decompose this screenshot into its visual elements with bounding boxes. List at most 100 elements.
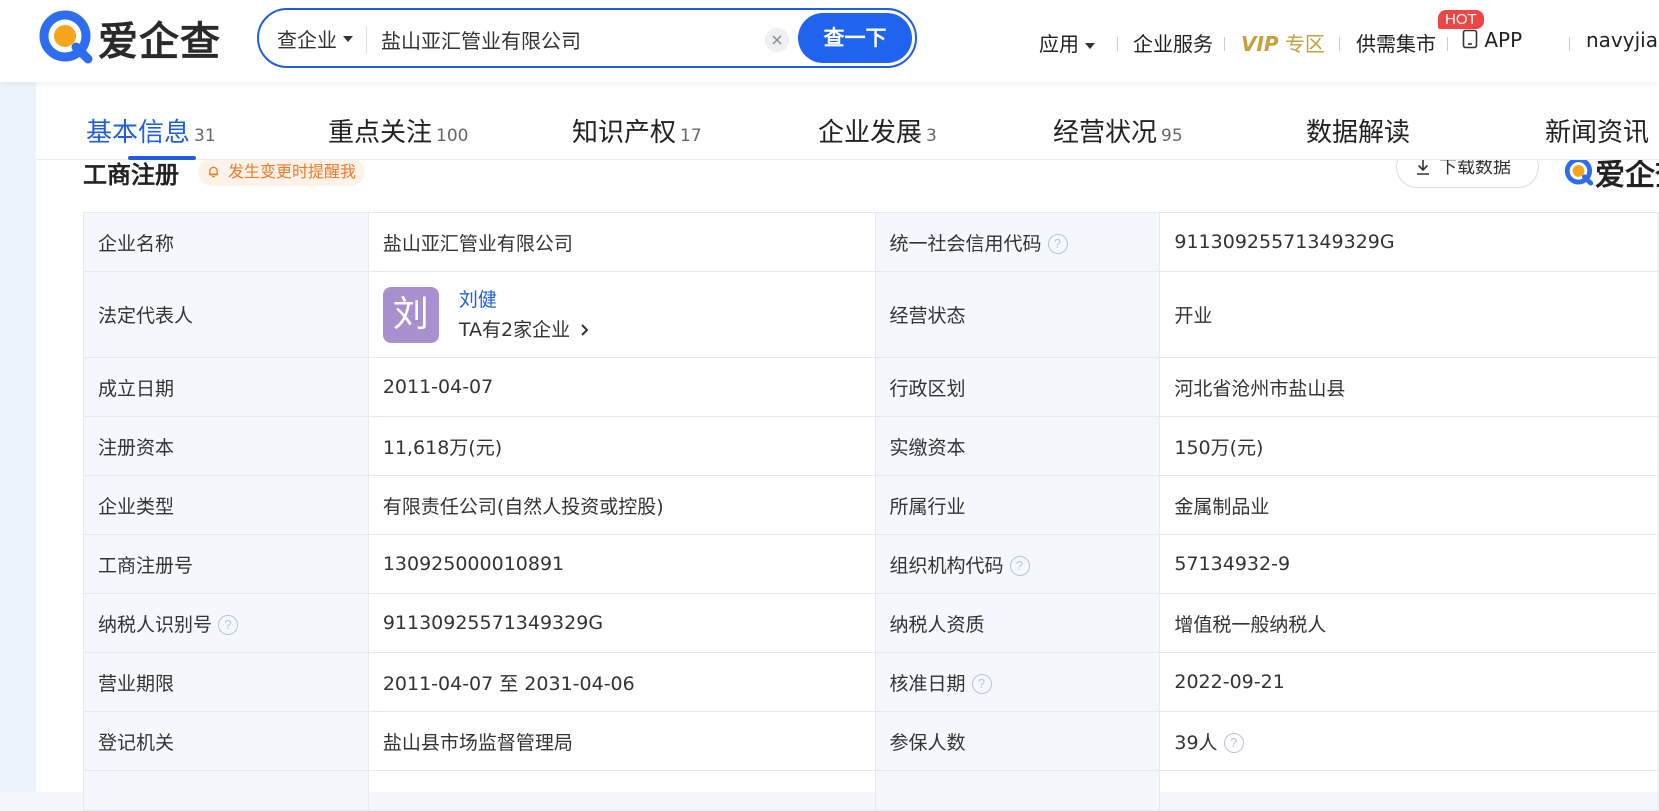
change-reminder-label: 发生变更时提醒我 (228, 162, 357, 181)
table-row (83, 770, 1659, 811)
tab-count: 17 (680, 126, 702, 146)
table-row: 营业期限 2011-04-07 至 2031-04-06 核准日期? 2022-… (83, 652, 1659, 712)
insured-value: 39人? (1159, 711, 1659, 771)
table-row: 工商注册号 130925000010891 组织机构代码? 57134932-9 (83, 534, 1659, 594)
company-type-value: 有限责任公司(自然人投资或控股) (367, 475, 876, 535)
chevron-down-icon (1085, 42, 1095, 49)
divider (1339, 37, 1340, 51)
empty-cell (874, 770, 1161, 811)
vip-badge: VIP (1241, 32, 1279, 56)
help-icon[interactable]: ? (218, 615, 239, 635)
search-button[interactable]: 查一下 (798, 13, 912, 63)
table-row: 企业类型 有限责任公司(自然人投资或控股) 所属行业 金属制品业 (83, 475, 1659, 535)
org-code-value: 57134932-9 (1159, 534, 1659, 594)
tab-label: 重点关注 (328, 118, 433, 148)
chevron-right-icon (581, 323, 589, 336)
change-reminder-button[interactable]: 发生变更时提醒我 (198, 158, 366, 186)
taxpayer-id-value: 91130925571349329G (367, 593, 876, 653)
avatar: 刘 (382, 286, 439, 343)
table-row: 法定代表人 刘 刘健 TA有2家企业 经营状态 开业 (83, 271, 1659, 358)
label-text: 核准日期 (889, 672, 966, 695)
bell-icon (208, 166, 219, 178)
label-text: 组织机构代码 (889, 554, 1004, 577)
empty-cell (83, 770, 369, 811)
approve-date-label: 核准日期? (874, 652, 1161, 712)
founded-label: 成立日期 (83, 357, 369, 417)
divider (1569, 37, 1570, 51)
search-type-label: 查企业 (277, 28, 337, 52)
tab-key-focus[interactable]: 重点关注 100 (328, 112, 468, 149)
nav-market[interactable]: 供需集市 (1356, 28, 1436, 57)
authority-value: 盐山县市场监督管理局 (367, 711, 876, 771)
help-icon[interactable]: ? (1047, 234, 1068, 254)
status-label: 经营状态 (874, 271, 1161, 358)
logo-text: 爱企查 (98, 19, 221, 65)
authority-label: 登记机关 (83, 711, 369, 771)
credit-code-label: 统一社会信用代码? (874, 212, 1161, 272)
divider (1224, 37, 1225, 51)
industry-value: 金属制品业 (1159, 475, 1659, 535)
tab-label: 知识产权 (572, 118, 677, 148)
table-row: 登记机关 盐山县市场监督管理局 参保人数 39人? (83, 711, 1659, 771)
search-box: 查企业 × 查一下 (257, 8, 917, 68)
logo-icon (1564, 157, 1594, 186)
tab-label: 数据解读 (1306, 118, 1411, 148)
founded-value: 2011-04-07 (367, 357, 876, 417)
region-value: 河北省沧州市盐山县 (1159, 357, 1659, 417)
nav-app-label: APP (1484, 28, 1523, 52)
top-header: 爱企查 查企业 × 查一下 应用 企业服务 VIP 专区 供需集市 HOT AP… (0, 0, 1659, 82)
empty-cell (367, 770, 876, 811)
label-text: 统一社会信用代码 (889, 232, 1042, 255)
legal-rep-name-link[interactable]: 刘健 (459, 285, 590, 315)
divider (366, 27, 367, 53)
section-title: 工商注册 (83, 161, 179, 189)
table-row: 成立日期 2011-04-07 行政区划 河北省沧州市盐山县 (83, 357, 1659, 417)
nav-vip-zone[interactable]: VIP 专区 (1241, 28, 1325, 57)
label-text: 纳税人识别号 (98, 613, 213, 636)
clear-icon[interactable]: × (765, 28, 789, 52)
taxpayer-type-label: 纳税人资质 (874, 593, 1161, 653)
tab-operations[interactable]: 经营状况 95 (1053, 112, 1183, 149)
nav-app[interactable]: APP (1462, 28, 1522, 52)
tab-news[interactable]: 新闻资讯 (1545, 112, 1649, 149)
help-icon[interactable]: ? (1223, 733, 1244, 753)
industry-label: 所属行业 (874, 475, 1161, 535)
companies-link-text: TA有2家企业 (458, 318, 571, 341)
legal-rep-label: 法定代表人 (83, 271, 369, 358)
company-name-value: 盐山亚汇管业有限公司 (367, 212, 876, 272)
tab-ip[interactable]: 知识产权 17 (572, 112, 702, 149)
tab-count: 31 (194, 126, 216, 146)
phone-icon (1462, 29, 1478, 49)
user-menu[interactable]: navyjian (1586, 28, 1659, 52)
hot-badge: HOT (1438, 10, 1484, 29)
business-term-label: 营业期限 (83, 652, 369, 712)
tab-count: 100 (436, 126, 469, 146)
logo[interactable]: 爱企查 (36, 8, 221, 68)
reg-capital-value: 11,618万(元) (367, 416, 876, 476)
status-value: 开业 (1159, 271, 1659, 358)
approve-date-value: 2022-09-21 (1159, 652, 1659, 712)
tab-count: 95 (1161, 126, 1183, 146)
tab-label: 基本信息 (86, 118, 191, 148)
paid-capital-label: 实缴资本 (874, 416, 1161, 476)
search-type-select[interactable]: 查企业 (277, 24, 353, 53)
tab-data-insights[interactable]: 数据解读 (1306, 112, 1410, 149)
download-data-label: 下载数据 (1439, 157, 1511, 178)
tab-basic-info[interactable]: 基本信息 31 (86, 112, 216, 149)
table-row: 注册资本 11,618万(元) 实缴资本 150万(元) (83, 416, 1659, 476)
reg-capital-label: 注册资本 (83, 416, 369, 476)
tab-count: 3 (926, 126, 937, 146)
help-icon[interactable]: ? (1009, 556, 1030, 576)
nav-enterprise-services[interactable]: 企业服务 (1133, 28, 1213, 57)
search-input[interactable] (381, 20, 801, 58)
taxpayer-type-value: 增值税一般纳税人 (1159, 593, 1659, 653)
insured-label: 参保人数 (874, 711, 1161, 771)
registration-table: 企业名称 盐山亚汇管业有限公司 统一社会信用代码? 91130925571349… (83, 212, 1659, 811)
region-label: 行政区划 (874, 357, 1161, 417)
nav-apps[interactable]: 应用 (1039, 28, 1095, 57)
help-icon[interactable]: ? (971, 674, 992, 694)
legal-rep-companies-link[interactable]: TA有2家企业 (459, 315, 590, 345)
empty-cell (1159, 770, 1659, 811)
tab-development[interactable]: 企业发展 3 (818, 112, 937, 149)
tab-label: 经营状况 (1053, 118, 1158, 148)
